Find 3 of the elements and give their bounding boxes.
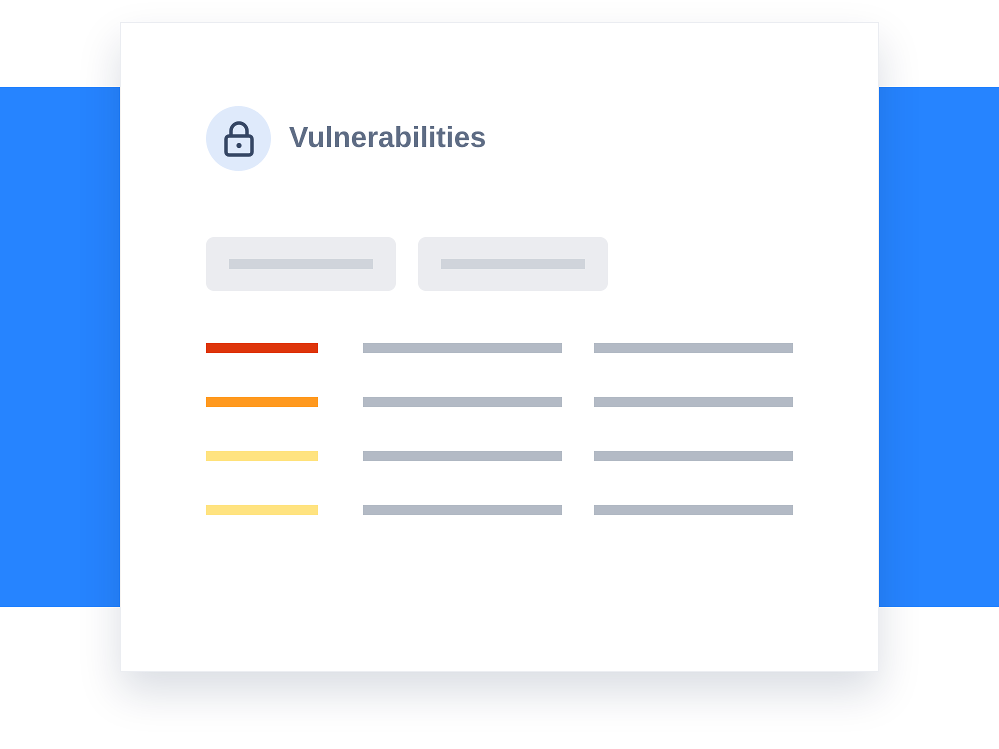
filter-placeholder[interactable] bbox=[418, 237, 608, 291]
filter-placeholder[interactable] bbox=[206, 237, 396, 291]
page-title: Vulnerabilities bbox=[289, 122, 486, 155]
